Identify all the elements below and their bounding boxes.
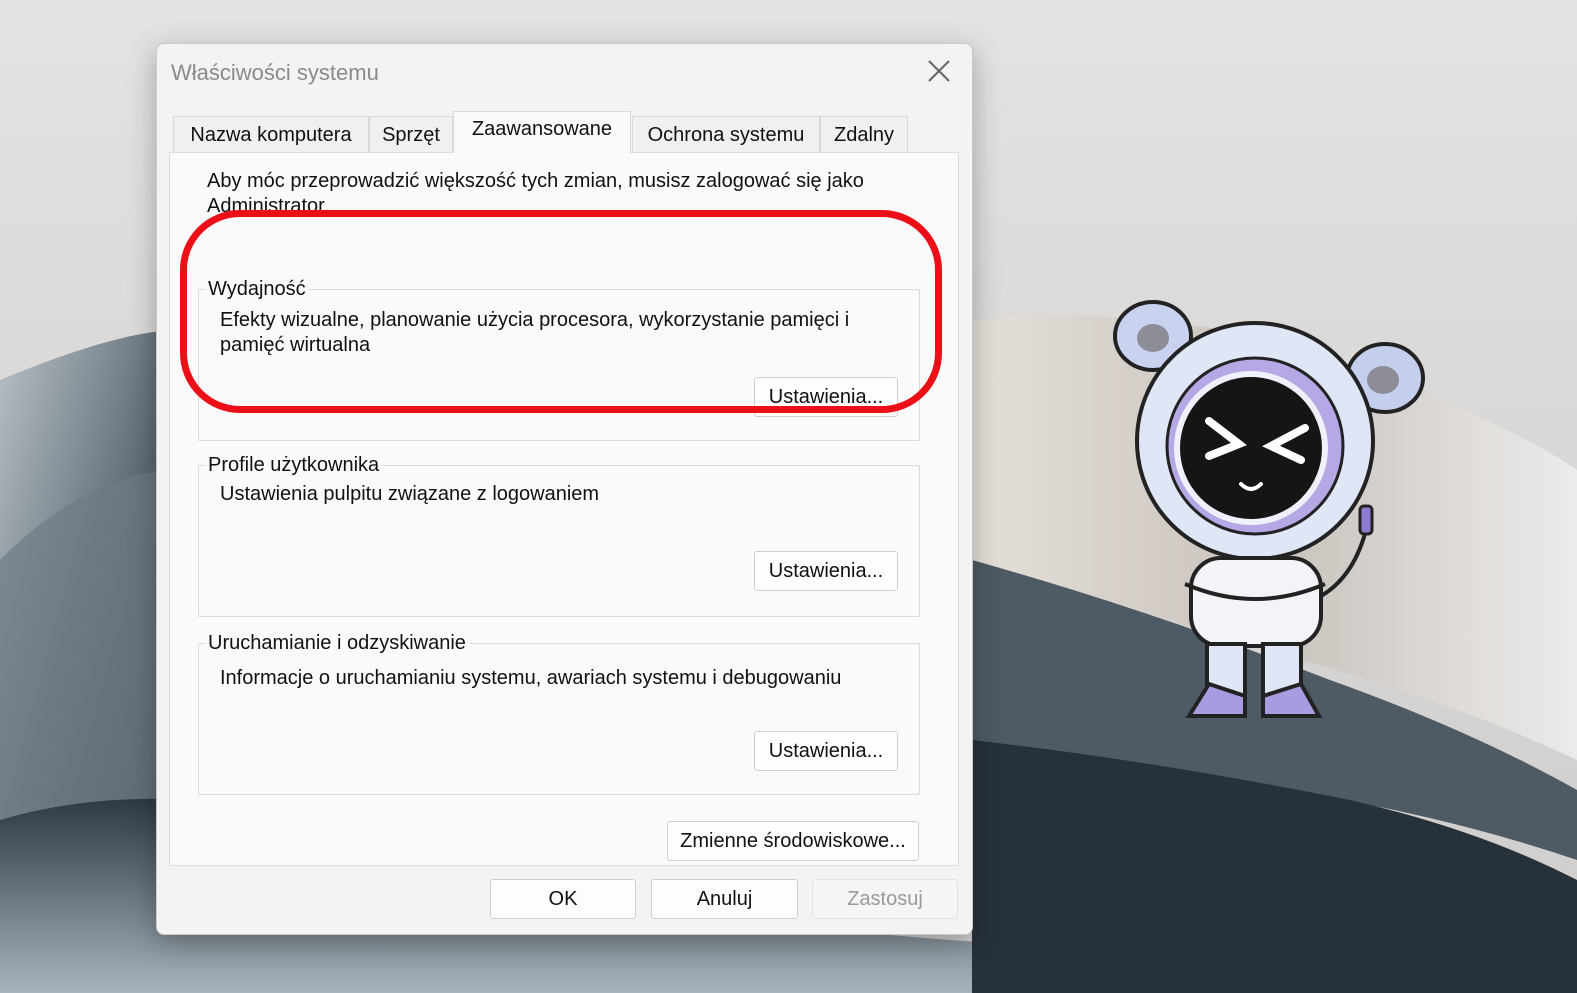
performance-description: Efekty wizualne, planowanie użycia proce… bbox=[220, 309, 850, 356]
performance-group: Wydajność Efekty wizualne, planowanie uż… bbox=[198, 276, 920, 441]
tab-advanced[interactable]: Zaawansowane bbox=[453, 111, 631, 153]
performance-group-title: Wydajność bbox=[205, 276, 309, 302]
tab-hardware[interactable]: Sprzęt bbox=[369, 116, 453, 153]
startup-recovery-description: Informacje o uruchamianiu systemu, awari… bbox=[220, 667, 842, 689]
startup-recovery-group-title: Uruchamianie i odzyskiwanie bbox=[205, 630, 469, 656]
system-properties-dialog: Właściwości systemu Nazwa komputera Sprz… bbox=[156, 43, 973, 935]
startup-recovery-group: Uruchamianie i odzyskiwanie Informacje o… bbox=[198, 630, 920, 795]
admin-notice-text: Aby móc przeprowadzić większość tych zmi… bbox=[207, 170, 864, 215]
cancel-button[interactable]: Anuluj bbox=[651, 879, 798, 919]
ok-button[interactable]: OK bbox=[490, 879, 636, 919]
close-button[interactable] bbox=[915, 50, 963, 92]
apply-button[interactable]: Zastosuj bbox=[812, 879, 958, 919]
user-profiles-settings-button[interactable]: Ustawienia... bbox=[754, 551, 898, 591]
advanced-tab-panel: Aby móc przeprowadzić większość tych zmi… bbox=[169, 152, 959, 866]
tab-system-protection[interactable]: Ochrona systemu bbox=[632, 116, 820, 153]
window-title: Właściwości systemu bbox=[171, 60, 379, 85]
startup-recovery-settings-button[interactable]: Ustawienia... bbox=[754, 731, 898, 771]
astronaut-mascot-illustration bbox=[1113, 300, 1425, 718]
user-profiles-group: Profile użytkownika Ustawienia pulpitu z… bbox=[198, 452, 920, 617]
close-icon bbox=[928, 60, 950, 82]
tab-computer-name[interactable]: Nazwa komputera bbox=[173, 116, 369, 153]
performance-settings-button[interactable]: Ustawienia... bbox=[754, 377, 898, 417]
user-profiles-group-title: Profile użytkownika bbox=[205, 452, 383, 478]
environment-variables-button[interactable]: Zmienne środowiskowe... bbox=[667, 821, 919, 861]
tab-remote[interactable]: Zdalny bbox=[820, 116, 908, 153]
user-profiles-description: Ustawienia pulpitu związane z logowaniem bbox=[220, 483, 600, 505]
